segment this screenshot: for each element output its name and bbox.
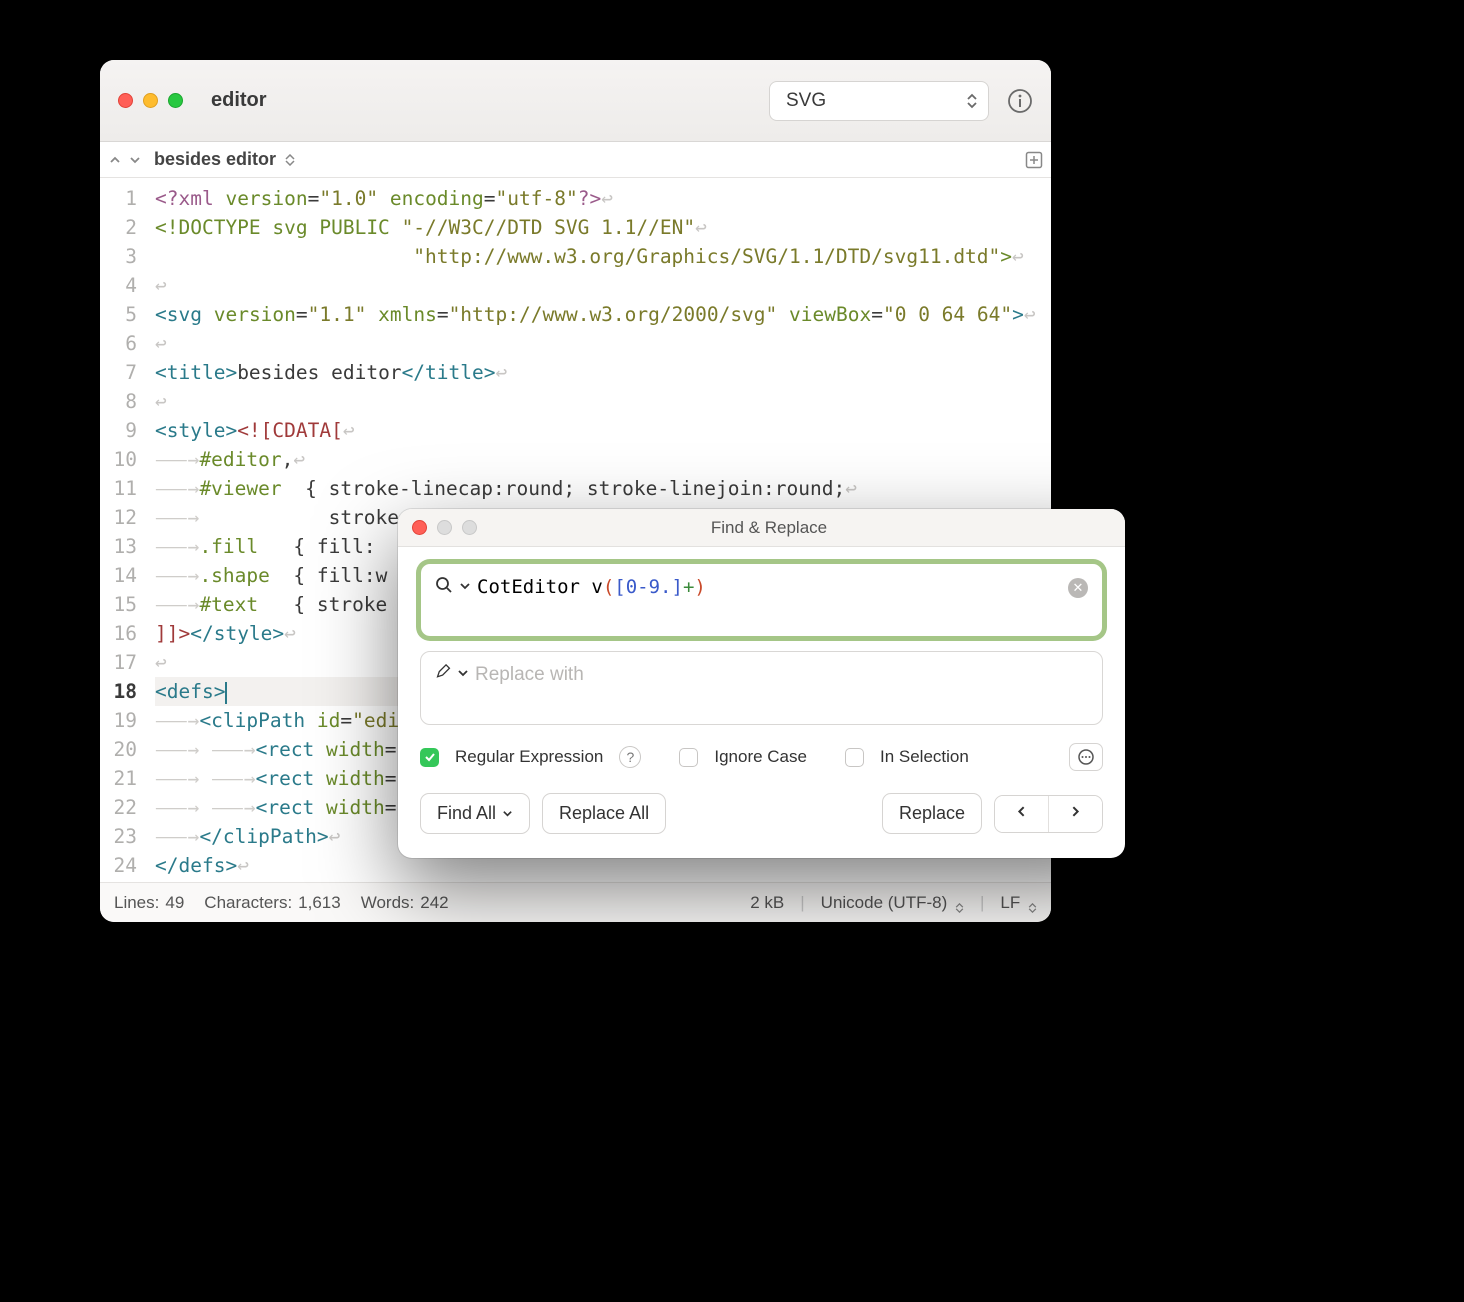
inselection-label: In Selection (880, 747, 969, 767)
find-options: Regular Expression ? Ignore Case In Sele… (420, 743, 1103, 771)
window-title: editor (211, 89, 267, 112)
ignorecase-checkbox[interactable] (679, 748, 698, 767)
words-label: Words: (361, 893, 415, 913)
encoding-select[interactable]: Unicode (UTF-8) (821, 893, 964, 913)
close-icon[interactable] (412, 520, 427, 535)
chevron-updown-icon[interactable] (285, 154, 295, 166)
syntax-mode-value: SVG (786, 90, 826, 111)
chevron-down-icon[interactable] (457, 667, 469, 679)
help-icon[interactable]: ? (619, 746, 641, 768)
find-previous-button[interactable] (995, 796, 1048, 832)
filesize-value: 2 kB (750, 893, 784, 913)
chevron-updown-icon (966, 93, 978, 109)
replace-placeholder: Replace with (475, 664, 584, 686)
lines-value: 49 (165, 893, 184, 913)
chevron-right-icon (1069, 805, 1082, 818)
regex-checkbox[interactable] (420, 748, 439, 767)
line-endings-select[interactable]: LF (1000, 893, 1037, 913)
chevron-up-icon[interactable] (108, 153, 122, 167)
find-nav-buttons (994, 795, 1103, 833)
replace-field[interactable]: Replace with (420, 651, 1103, 725)
find-all-button[interactable]: Find All (420, 793, 530, 834)
document-outline-label[interactable]: besides editor (154, 149, 276, 170)
add-split-icon[interactable] (1025, 151, 1043, 169)
syntax-mode-select[interactable]: SVG (769, 81, 989, 121)
characters-value: 1,613 (298, 893, 341, 913)
find-field[interactable]: CotEditor v([0-9.]+) ✕ (420, 563, 1103, 637)
path-bar: besides editor (100, 142, 1051, 178)
minimize-icon[interactable] (143, 93, 158, 108)
titlebar: editor SVG (100, 60, 1051, 142)
chevron-updown-icon (955, 903, 964, 913)
traffic-lights (118, 93, 183, 108)
status-bar: Lines: 49 Characters: 1,613 Words: 242 2… (100, 882, 1051, 922)
chevron-down-icon (502, 808, 513, 819)
characters-label: Characters: (204, 893, 292, 913)
more-options-icon[interactable] (1069, 743, 1103, 771)
find-input-value[interactable]: CotEditor v([0-9.]+) (477, 576, 706, 598)
replace-all-button[interactable]: Replace All (542, 793, 666, 834)
chevron-updown-icon (1028, 903, 1037, 913)
search-icon (435, 576, 453, 594)
ignorecase-label: Ignore Case (714, 747, 807, 767)
line-number-gutter: 123456789101112131415161718192021222324 (100, 178, 147, 882)
info-icon[interactable] (1007, 88, 1033, 114)
regex-label: Regular Expression (455, 747, 603, 767)
chevron-down-icon[interactable] (459, 580, 471, 592)
find-titlebar: Find & Replace (398, 509, 1125, 547)
find-button-row: Find All Replace All Replace (420, 793, 1103, 834)
lines-label: Lines: (114, 893, 159, 913)
find-next-button[interactable] (1048, 796, 1102, 832)
close-icon[interactable] (118, 93, 133, 108)
inselection-checkbox[interactable] (845, 748, 864, 767)
pencil-icon (435, 664, 451, 680)
chevron-left-icon (1015, 805, 1028, 818)
dialog-title: Find & Replace (427, 518, 1111, 538)
zoom-icon[interactable] (168, 93, 183, 108)
clear-icon[interactable]: ✕ (1068, 578, 1088, 598)
chevron-down-icon[interactable] (128, 153, 142, 167)
find-replace-dialog: Find & Replace CotEditor v([0-9.]+) ✕ Re… (398, 509, 1125, 858)
words-value: 242 (420, 893, 448, 913)
replace-button[interactable]: Replace (882, 793, 982, 834)
